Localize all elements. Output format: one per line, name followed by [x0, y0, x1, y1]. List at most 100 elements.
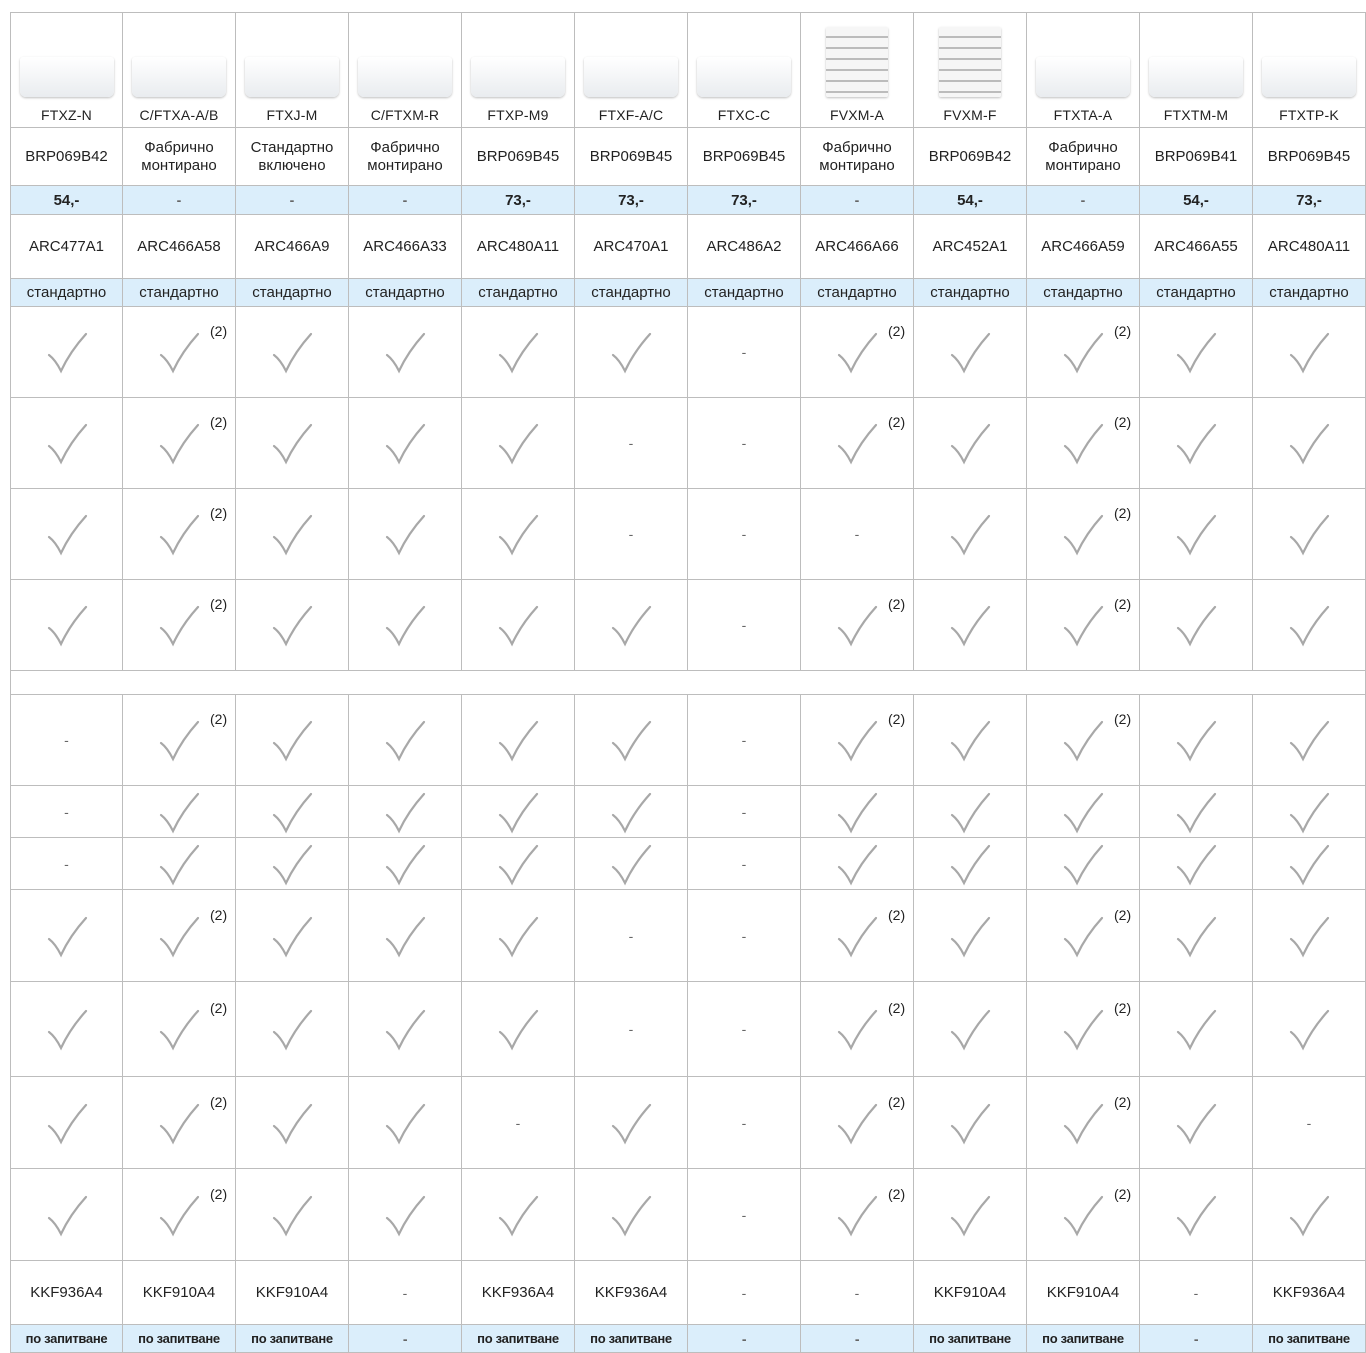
filter-code: KKF910A4: [1046, 1284, 1120, 1301]
feature-cell: [236, 1077, 349, 1169]
remote-status-text: стандартно: [591, 284, 671, 301]
filter-cell: KKF910A4: [914, 1261, 1027, 1325]
remote-status-cell: стандартно: [801, 279, 914, 307]
remote-status-text: стандартно: [1043, 284, 1123, 301]
checkmark-icon: [1286, 511, 1332, 557]
checkmark-icon: [495, 913, 541, 959]
feature-cell: [123, 786, 236, 838]
remote-status-cell: стандартно: [914, 279, 1027, 307]
checkmark-icon: (2): [834, 1186, 905, 1238]
price-value: 73,-: [1296, 191, 1322, 209]
feature-cell: [575, 695, 688, 786]
feature-cell: -: [575, 982, 688, 1077]
remote-status-cell: стандартно: [1140, 279, 1253, 307]
footnote-mark: (2): [210, 414, 228, 430]
unit-image: [471, 57, 565, 97]
price-value: 54,-: [1183, 191, 1209, 209]
feature-cell: [1140, 489, 1253, 580]
model-name: FTXTM-M: [1163, 107, 1229, 123]
remote-code: ARC466A33: [363, 238, 447, 255]
remote-cell: ARC477A1: [10, 215, 123, 279]
checkmark-icon: (2): [834, 1094, 905, 1146]
checkmark-icon: [947, 1006, 993, 1052]
remote-status-text: стандартно: [139, 284, 219, 301]
feature-cell: (2): [123, 1077, 236, 1169]
availability-text: -: [741, 1330, 747, 1347]
checkmark-icon: [608, 1100, 654, 1146]
dash-value: -: [1306, 1114, 1312, 1131]
checkmark-icon: (2): [156, 1094, 227, 1146]
checkmark-icon: (2): [156, 505, 227, 557]
footnote-mark: (2): [1114, 505, 1132, 521]
feature-cell: (2): [123, 489, 236, 580]
price-cell: -: [123, 186, 236, 215]
feature-cell: [349, 489, 462, 580]
model-name: FVXM-A: [829, 107, 885, 123]
checkmark-icon: (2): [834, 596, 905, 648]
feature-cell: [1253, 307, 1366, 398]
availability-text: по запитване: [1268, 1331, 1350, 1346]
feature-cell: (2): [801, 398, 914, 489]
dash-value: -: [628, 526, 634, 542]
checkmark-icon: [608, 1192, 654, 1238]
checkmark-icon: [1173, 1006, 1219, 1052]
model-cell: FTXF-A/C: [575, 12, 688, 128]
checkmark-icon: [1286, 329, 1332, 375]
filter-code: KKF936A4: [594, 1284, 668, 1301]
feature-cell: -: [575, 890, 688, 982]
remote-status-cell: стандартно: [236, 279, 349, 307]
dash-value: -: [741, 927, 747, 944]
feature-cell: [236, 1169, 349, 1261]
feature-row: (2) - - (2) (2): [10, 398, 1366, 489]
remote-status-cell: стандартно: [1253, 279, 1366, 307]
filter-cell: -: [1140, 1261, 1253, 1325]
price-cell: -: [1027, 186, 1140, 215]
feature-cell: [1253, 982, 1366, 1077]
wifi-adapter-code: BRP069B41: [1154, 148, 1238, 165]
checkmark-icon: (2): [156, 414, 227, 466]
checkmark-icon: [44, 420, 90, 466]
checkmark-icon: [269, 717, 315, 763]
feature-row: (2) - - - (2): [10, 489, 1366, 580]
checkmark-icon: (2): [156, 907, 227, 959]
remote-cell: ARC466A55: [1140, 215, 1253, 279]
checkmark-icon: [44, 1100, 90, 1146]
checkmark-icon: [834, 789, 880, 835]
feature-cell: [575, 307, 688, 398]
checkmark-icon: [1286, 913, 1332, 959]
feature-cell: [349, 838, 462, 890]
remote-cell: ARC470A1: [575, 215, 688, 279]
wifi-adapter-code: BRP069B45: [702, 148, 786, 165]
wifi-adapter-code: BRP069B45: [1267, 148, 1351, 165]
checkmark-icon: [495, 511, 541, 557]
feature-cell: [236, 890, 349, 982]
remote-code: ARC480A11: [476, 238, 560, 255]
dash-value: -: [628, 927, 634, 944]
feature-cell: [462, 398, 575, 489]
price-value: -: [402, 192, 408, 208]
feature-cell: [1253, 695, 1366, 786]
wifi-adapter-cell: BRP069B45: [1253, 128, 1366, 186]
checkmark-icon: [1173, 841, 1219, 887]
feature-cell: [349, 398, 462, 489]
checkmark-icon: [495, 602, 541, 648]
unit-image: [584, 57, 678, 97]
feature-row: - (2) - (2) (2): [10, 695, 1366, 786]
checkmark-icon: [495, 789, 541, 835]
checkmark-icon: [269, 841, 315, 887]
feature-cell: [10, 580, 123, 671]
remote-status-cell: стандартно: [10, 279, 123, 307]
unit-image: [1262, 57, 1356, 97]
checkmark-icon: (2): [834, 414, 905, 466]
checkmark-icon: [382, 841, 428, 887]
checkmark-icon: (2): [156, 1186, 227, 1238]
feature-cell: [914, 695, 1027, 786]
model-cell: FTXZ-N: [10, 12, 123, 128]
feature-cell: [236, 838, 349, 890]
feature-cell: [236, 307, 349, 398]
wifi-adapter-cell: BRP069B41: [1140, 128, 1253, 186]
dash-value: -: [515, 1114, 521, 1131]
remote-code: ARC452A1: [932, 238, 1008, 255]
feature-cell: [914, 890, 1027, 982]
feature-cell: [1140, 890, 1253, 982]
